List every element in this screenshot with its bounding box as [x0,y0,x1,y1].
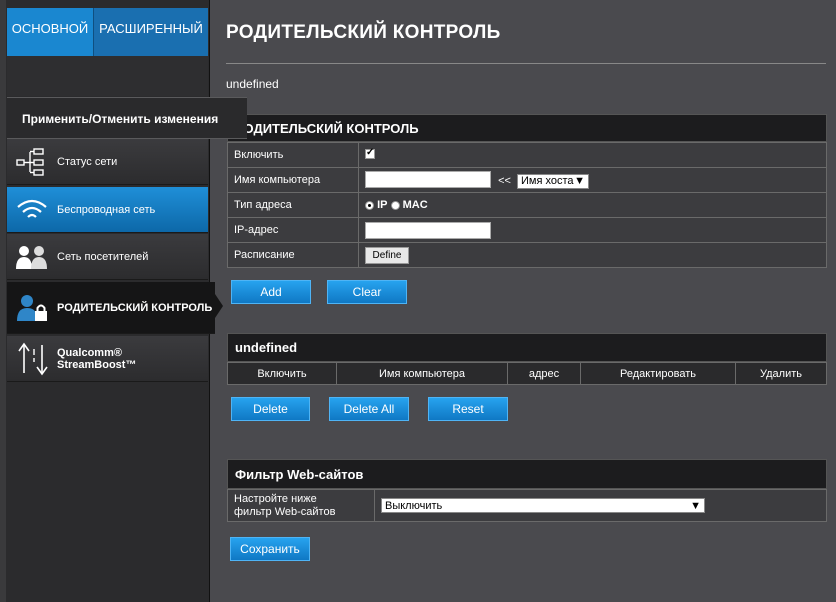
webfilter-panel-title: Фильтр Web-сайтов [235,466,364,482]
streamboost-line1: Qualcomm® [57,346,122,359]
webfilter-select-value: Выключить [385,499,443,512]
webfilter-setup-line1: Настройте ниже [234,492,317,505]
computer-name-input[interactable] [365,171,491,189]
host-select-value: Имя хоста [520,175,574,188]
sidebar-item-label: Статус сети [57,155,118,168]
title-divider [226,63,826,64]
sidebar-spacer [7,56,208,96]
apply-cancel-label: Применить/Отменить изменения [22,112,219,126]
enable-checkbox[interactable] [365,147,375,159]
tab-advanced[interactable]: РАСШИРЕННЫЙ [93,8,208,56]
add-button[interactable]: Add [231,280,311,304]
webfilter-panel-header: Фильтр Web-сайтов [227,459,827,489]
parental-lock-icon [7,285,57,331]
list-panel-header: undefined [227,333,827,362]
sidebar-item-label: Сеть посетителей [57,250,149,263]
webfilter-setup-label: Настройте ниже фильтр Web-сайтов [227,489,375,522]
main-content: РОДИТЕЛЬСКИЙ КОНТРОЛЬ undefined РОДИТЕЛЬ… [210,0,836,602]
enable-label: Включить [227,142,359,168]
webfilter-select[interactable]: Выключить ▼ [381,498,705,513]
list-panel-title: undefined [235,340,298,355]
ip-radio[interactable] [365,200,374,210]
host-select[interactable]: Имя хоста ▼ [516,173,589,189]
define-button[interactable]: Define [365,246,409,264]
parental-panel-title: РОДИТЕЛЬСКИЙ КОНТРОЛЬ [235,120,419,136]
ip-address-input[interactable] [365,221,491,239]
rules-table: Включить Имя компьютера адрес Редактиров… [227,362,827,385]
guests-icon [7,234,57,280]
copy-arrow[interactable]: << [498,175,511,187]
computer-name-label: Имя компьютера [227,167,359,193]
sidebar-item-guest-network[interactable]: Сеть посетителей [7,234,208,280]
sidebar-item-streamboost[interactable]: Qualcomm® StreamBoost™ [7,336,208,382]
mode-tabs: ОСНОВНОЙ РАСШИРЕННЫЙ [7,8,208,66]
sidebar-item-parental-control[interactable]: РОДИТЕЛЬСКИЙ КОНТРОЛЬ [7,282,223,334]
streamboost-line2: StreamBoost™ [57,358,137,371]
col-edit: Редактировать [580,362,736,385]
ip-address-label: IP-адрес [227,217,359,243]
col-enable: Включить [227,362,337,385]
sidebar-item-label: Qualcomm® StreamBoost™ [57,347,136,371]
delete-all-button[interactable]: Delete All [329,397,409,421]
parental-panel-header: РОДИТЕЛЬСКИЙ КОНТРОЛЬ [227,114,827,142]
wifi-icon [7,187,57,233]
col-address: адрес [507,362,581,385]
table-header-row: Включить Имя компьютера адрес Редактиров… [227,362,827,385]
save-button[interactable]: Сохранить [230,537,310,561]
network-status-icon [7,139,57,185]
mac-radio-label: MAC [402,199,428,211]
sidebar-item-label: РОДИТЕЛЬСКИЙ КОНТРОЛЬ [57,301,213,314]
sidebar-item-network-status[interactable]: Статус сети [7,139,208,185]
ip-radio-label: IP [377,199,388,211]
chevron-down-icon: ▼ [574,175,585,188]
page-note: undefined [226,77,279,91]
address-type-label: Тип адреса [227,192,359,218]
col-delete: Удалить [735,362,827,385]
webfilter-setup-line2: фильтр Web-сайтов [234,505,336,518]
col-computer-name: Имя компьютера [336,362,508,385]
chevron-down-icon: ▼ [690,499,701,512]
sidebar-item-label: Беспроводная сеть [57,203,156,216]
webfilter-form: Настройте ниже фильтр Web-сайтов Выключи… [227,489,827,522]
apply-cancel-changes[interactable]: Применить/Отменить изменения [7,97,247,139]
delete-button[interactable]: Delete [231,397,310,421]
tab-basic[interactable]: ОСНОВНОЙ [7,8,93,66]
sidebar: ОСНОВНОЙ РАСШИРЕННЫЙ Статус сети Беспров… [0,0,223,602]
sidebar-item-wireless[interactable]: Беспроводная сеть [7,187,208,233]
mac-radio[interactable] [390,200,400,210]
streamboost-icon [7,336,57,382]
clear-button[interactable]: Clear [327,280,407,304]
page-title: РОДИТЕЛЬСКИЙ КОНТРОЛЬ [226,22,501,43]
parental-form: Включить Имя компьютера << Имя хоста ▼ Т… [227,142,827,268]
schedule-label: Расписание [227,242,359,268]
reset-button[interactable]: Reset [428,397,508,421]
